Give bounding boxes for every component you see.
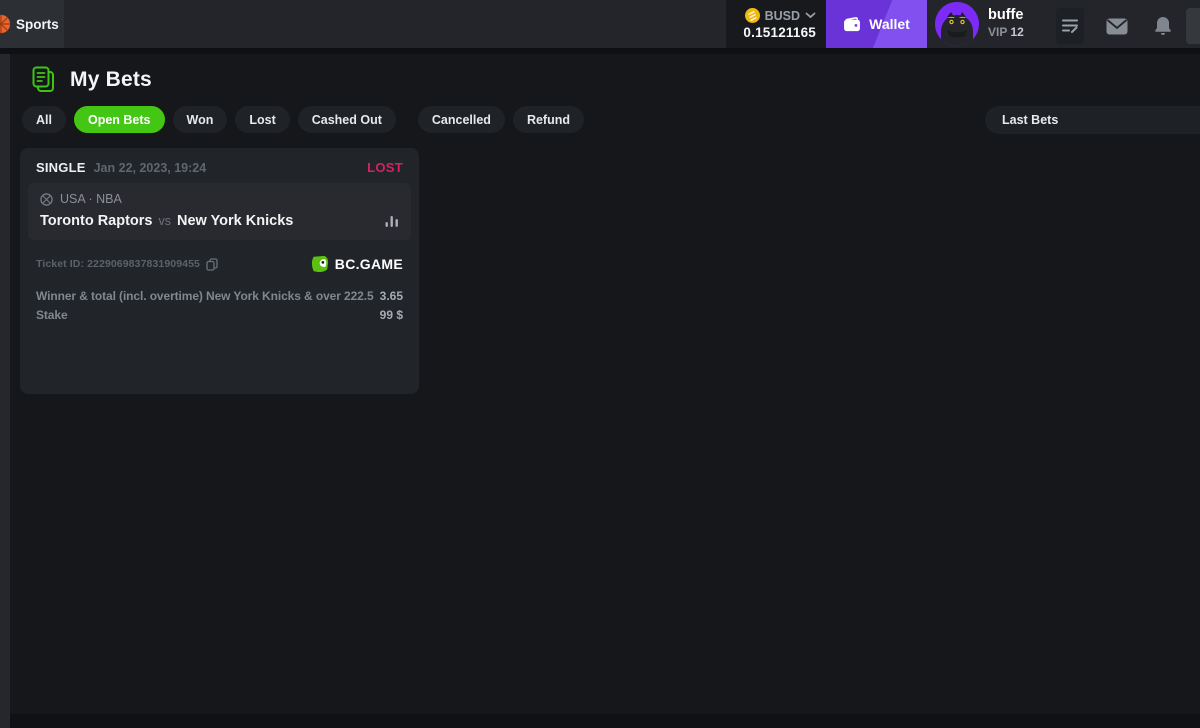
- bcgame-logo-icon: [311, 255, 329, 273]
- vs-label: vs: [159, 214, 172, 228]
- filter-refund[interactable]: Refund: [513, 106, 584, 133]
- busd-coin-icon: [745, 8, 760, 23]
- bet-card-header: SINGLE Jan 22, 2023, 19:24 LOST: [20, 148, 419, 183]
- page-header: My Bets: [30, 66, 152, 93]
- bet-list-icon: [1061, 18, 1079, 34]
- left-edge-strip: [0, 54, 10, 728]
- sort-dropdown-label: Last Bets: [1002, 113, 1058, 127]
- selection-label: Winner & total (incl. overtime) New York…: [36, 287, 374, 306]
- stake-value: 99 $: [380, 306, 403, 325]
- filter-chips: All Open Bets Won Lost Cashed Out Cancel…: [22, 106, 584, 133]
- filter-all[interactable]: All: [22, 106, 66, 133]
- bell-icon: [1154, 16, 1172, 36]
- selection-odds: 3.65: [380, 287, 403, 306]
- sports-tab[interactable]: Sports: [0, 0, 64, 48]
- bar-chart-icon: [385, 215, 399, 227]
- currency-code: BUSD: [765, 9, 800, 23]
- user-block[interactable]: buffe VIP 12: [988, 7, 1024, 39]
- filter-open-bets[interactable]: Open Bets: [74, 106, 165, 133]
- my-bets-icon: [30, 66, 57, 93]
- stake-row: Stake 99 $: [36, 306, 403, 325]
- avatar-monster-icon: [935, 2, 979, 46]
- ticket-row: Ticket ID: 2229069837831909455 BC.GAME: [20, 240, 419, 273]
- chat-button[interactable]: [1186, 8, 1200, 44]
- brand-logo: BC.GAME: [311, 255, 403, 273]
- username: buffe: [988, 7, 1024, 23]
- bet-selection-row: Winner & total (incl. overtime) New York…: [36, 287, 403, 306]
- bet-date: Jan 22, 2023, 19:24: [94, 161, 207, 175]
- league-label: USA · NBA: [60, 192, 122, 206]
- match-stats-button[interactable]: [385, 215, 399, 227]
- messages-button[interactable]: [1103, 8, 1131, 44]
- match-panel[interactable]: USA · NBA Toronto Raptors vs New York Kn…: [28, 183, 411, 240]
- currency-selector[interactable]: BUSD 0.15121165: [726, 0, 826, 48]
- bet-card: SINGLE Jan 22, 2023, 19:24 LOST USA · NB…: [20, 148, 419, 394]
- basketball-icon: [0, 14, 11, 34]
- home-team: Toronto Raptors: [40, 213, 153, 229]
- filter-lost[interactable]: Lost: [235, 106, 289, 133]
- wallet-button-label: Wallet: [869, 16, 910, 32]
- bet-status-badge: LOST: [367, 160, 403, 175]
- bet-type: SINGLE: [36, 160, 86, 175]
- copy-ticket-button[interactable]: [206, 258, 218, 271]
- wallet-icon: [843, 17, 861, 32]
- page-title: My Bets: [70, 68, 152, 92]
- filter-won[interactable]: Won: [173, 106, 228, 133]
- filter-cashed-out[interactable]: Cashed Out: [298, 106, 396, 133]
- chevron-down-icon: [805, 12, 816, 19]
- league-basketball-icon: [40, 193, 53, 206]
- brand-name: BC.GAME: [335, 256, 403, 272]
- bottom-strip: [10, 714, 1200, 728]
- bet-lines: Winner & total (incl. overtime) New York…: [20, 273, 419, 325]
- wallet-button[interactable]: Wallet: [826, 0, 927, 48]
- main-content: My Bets All Open Bets Won Lost Cashed Ou…: [10, 54, 1200, 728]
- notifications-button[interactable]: [1149, 8, 1177, 44]
- away-team: New York Knicks: [177, 213, 293, 229]
- sports-tab-label: Sports: [16, 17, 59, 32]
- copy-icon: [206, 258, 218, 271]
- sort-dropdown[interactable]: Last Bets: [985, 106, 1200, 134]
- vip-level: VIP 12: [988, 25, 1024, 39]
- top-bar: Sports BUSD 0.15121165 Wallet: [0, 0, 1200, 48]
- stake-label: Stake: [36, 306, 68, 325]
- ticket-id: Ticket ID: 2229069837831909455: [36, 258, 200, 270]
- avatar[interactable]: [935, 2, 979, 46]
- bet-list-button[interactable]: [1056, 8, 1084, 44]
- filter-cancelled[interactable]: Cancelled: [418, 106, 505, 133]
- wallet-balance: 0.15121165: [743, 25, 816, 40]
- mail-icon: [1106, 18, 1128, 35]
